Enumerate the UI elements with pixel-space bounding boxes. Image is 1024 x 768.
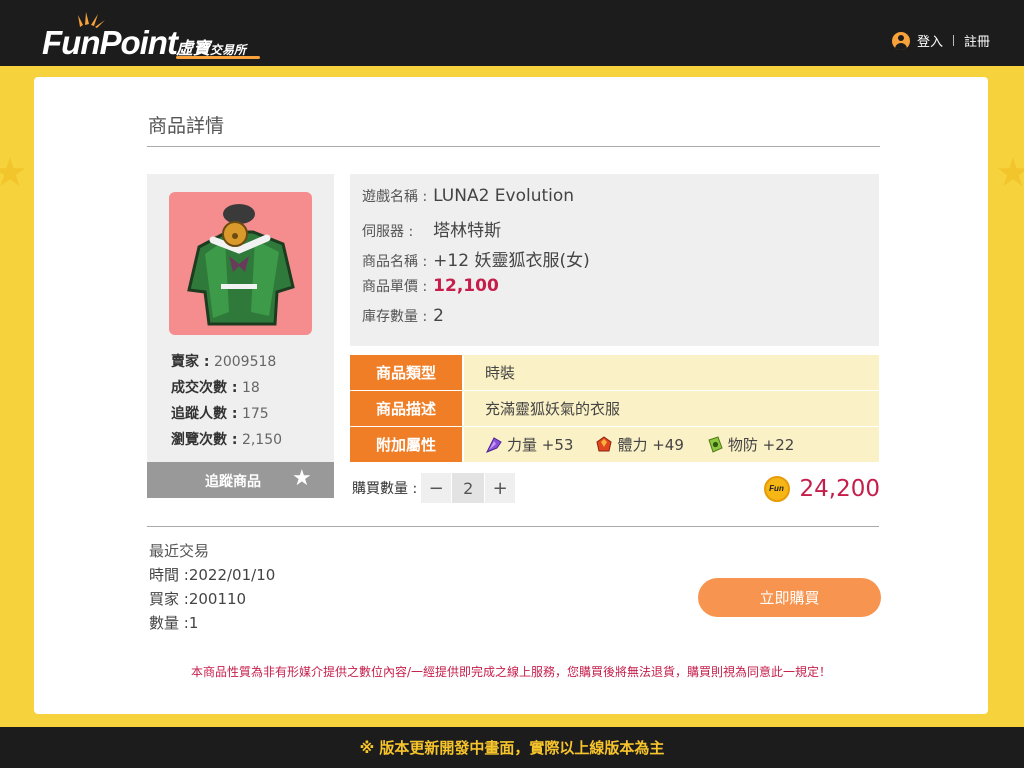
login-link[interactable]: 登入 bbox=[917, 31, 943, 50]
green-gem-icon bbox=[708, 435, 723, 453]
game-name-row: 遊戲名稱 : LUNA2 Evolution bbox=[362, 186, 574, 206]
quantity-label: 購買數量 : bbox=[352, 481, 418, 497]
followers-row: 追蹤人數 : 175 bbox=[171, 401, 282, 427]
recent-trade-buyer-row: 買家 :200110 bbox=[149, 587, 275, 611]
user-nav: 登入 註冊 bbox=[891, 31, 990, 50]
fun-coin-text: Fun bbox=[769, 484, 784, 493]
followers-value: 175 bbox=[241, 406, 269, 422]
recent-trade-buyer-value: 200110 bbox=[188, 590, 247, 608]
recent-trade-qty-value: 1 bbox=[188, 614, 199, 632]
deals-row: 成交次數 : 18 bbox=[171, 375, 282, 401]
follow-button-label: 追蹤商品 bbox=[205, 474, 261, 490]
product-type-row: 商品類型 時裝 bbox=[350, 355, 879, 390]
follow-product-button[interactable]: 追蹤商品 ★ bbox=[147, 462, 334, 498]
seller-stats: 賣家 : 2009518 成交次數 : 18 追蹤人數 : 175 瀏覽次數 :… bbox=[171, 349, 282, 453]
game-name-value: LUNA2 Evolution bbox=[433, 186, 575, 206]
product-detail-card: 商品詳情 賣家 : 2009518 成交次數: 18 追蹤人數: 175 瀏… bbox=[34, 77, 988, 714]
recent-trade-time-row: 時間 :2022/01/10 bbox=[149, 563, 275, 587]
green-robe-item-icon bbox=[187, 204, 295, 326]
recent-trade-time-label: 時間 : bbox=[149, 566, 189, 584]
section-divider bbox=[147, 526, 879, 527]
purchase-disclaimer: 本商品性質為非有形媒介提供之數位內容/一經提供即完成之線上服務，您購買後將無法退… bbox=[190, 665, 832, 679]
user-icon[interactable] bbox=[891, 31, 910, 50]
decrease-quantity-button[interactable]: − bbox=[421, 473, 452, 503]
product-info-box: 遊戲名稱 : LUNA2 Evolution 伺服器 : 塔林特斯 商品名稱 :… bbox=[350, 174, 879, 346]
logo-wordmark: FunPoint bbox=[42, 24, 178, 61]
stat-stamina-text: 體力 +49 bbox=[617, 436, 684, 454]
total-price-value: 24,200 bbox=[799, 476, 880, 502]
top-bar: FunPoint 虛寶交易所 登入 註冊 bbox=[0, 0, 1024, 66]
red-gem-icon bbox=[596, 435, 612, 451]
stat-strength: 力量 +53 bbox=[485, 434, 573, 455]
purple-gem-icon bbox=[485, 436, 502, 453]
recent-trade-qty-label: 數量 : bbox=[149, 614, 189, 632]
stat-stamina: 體力 +49 bbox=[595, 434, 684, 455]
bonus-attr-label: 附加屬性 bbox=[350, 427, 462, 462]
register-link[interactable]: 註冊 bbox=[964, 31, 990, 50]
product-type-value: 時裝 bbox=[464, 355, 879, 390]
title-divider bbox=[147, 146, 880, 147]
stock-value: 2 bbox=[433, 306, 444, 326]
product-desc-row: 商品描述 充滿靈狐妖氣的衣服 bbox=[350, 391, 879, 426]
followers-label: 追蹤人數 : bbox=[171, 406, 238, 422]
seller-panel: 賣家 : 2009518 成交次數 : 18 追蹤人數 : 175 瀏覽次數 :… bbox=[147, 174, 334, 498]
star-icon: ★ bbox=[292, 466, 312, 491]
stock-label: 庫存數量 : bbox=[362, 309, 428, 325]
increase-quantity-button[interactable]: + bbox=[485, 473, 516, 503]
page-title: 商品詳情 bbox=[148, 115, 225, 137]
product-desc-label: 商品描述 bbox=[350, 391, 462, 426]
product-type-label: 商品類型 bbox=[350, 355, 462, 390]
quantity-value[interactable]: 2 bbox=[452, 473, 485, 503]
unit-price-row: 商品單價 : 12,100 bbox=[362, 276, 499, 296]
product-image bbox=[169, 192, 312, 335]
stat-strength-text: 力量 +53 bbox=[507, 436, 574, 454]
server-label: 伺服器 : bbox=[362, 224, 414, 240]
unit-price-label: 商品單價 : bbox=[362, 279, 428, 295]
recent-trade-qty-row: 數量 :1 bbox=[149, 611, 275, 635]
views-label: 瀏覽次數 : bbox=[171, 432, 238, 448]
seller-label: 賣家 : bbox=[171, 354, 210, 370]
background-star-decoration: ★ bbox=[995, 150, 1024, 196]
product-name-row: 商品名稱 : +12 妖靈狐衣服(女) bbox=[362, 246, 590, 271]
seller-row: 賣家 : 2009518 bbox=[171, 349, 282, 375]
unit-price-value: 12,100 bbox=[433, 276, 499, 296]
background-star-decoration: ★ bbox=[0, 150, 28, 196]
nav-divider bbox=[952, 35, 954, 46]
stock-row: 庫存數量 : 2 bbox=[362, 306, 444, 326]
stat-defense-text: 物防 +22 bbox=[727, 436, 795, 454]
logo-underline bbox=[176, 56, 260, 59]
bonus-attr-row: 附加屬性 力量 +53 體力 +49 物防 +22 bbox=[350, 427, 879, 462]
recent-trade-buyer-label: 買家 : bbox=[149, 590, 189, 608]
server-value: 塔林特斯 bbox=[433, 221, 502, 241]
server-row: 伺服器 : 塔林特斯 bbox=[362, 216, 501, 241]
product-name-label: 商品名稱 : bbox=[362, 254, 428, 270]
views-value: 2,150 bbox=[241, 432, 283, 448]
total-price: Fun 24,200 bbox=[763, 476, 880, 502]
product-desc-value: 充滿靈狐妖氣的衣服 bbox=[464, 391, 879, 426]
product-name-value: +12 妖靈狐衣服(女) bbox=[433, 251, 590, 271]
seller-value: 2009518 bbox=[213, 354, 277, 370]
recent-trade: 最近交易 時間 :2022/01/10 買家 :200110 數量 :1 bbox=[149, 539, 275, 635]
buy-now-button[interactable]: 立即購買 bbox=[698, 578, 881, 617]
stat-defense: 物防 +22 bbox=[706, 434, 794, 455]
deals-label: 成交次數 : bbox=[171, 380, 238, 396]
footer-notice: ※ 版本更新開發中畫面，實際以上線版本為主 bbox=[0, 727, 1024, 768]
views-row: 瀏覽次數 : 2,150 bbox=[171, 427, 282, 453]
quantity-stepper: 購買數量 : − 2 + bbox=[352, 473, 516, 503]
game-name-label: 遊戲名稱 : bbox=[362, 189, 428, 205]
fun-coin-icon: Fun bbox=[763, 476, 790, 502]
recent-trade-heading: 最近交易 bbox=[149, 542, 210, 560]
bonus-attr-values: 力量 +53 體力 +49 物防 +22 bbox=[464, 427, 879, 462]
logo-subtitle-small: 交易所 bbox=[210, 43, 247, 57]
recent-trade-time-value: 2022/01/10 bbox=[188, 566, 276, 584]
deals-value: 18 bbox=[241, 380, 260, 396]
